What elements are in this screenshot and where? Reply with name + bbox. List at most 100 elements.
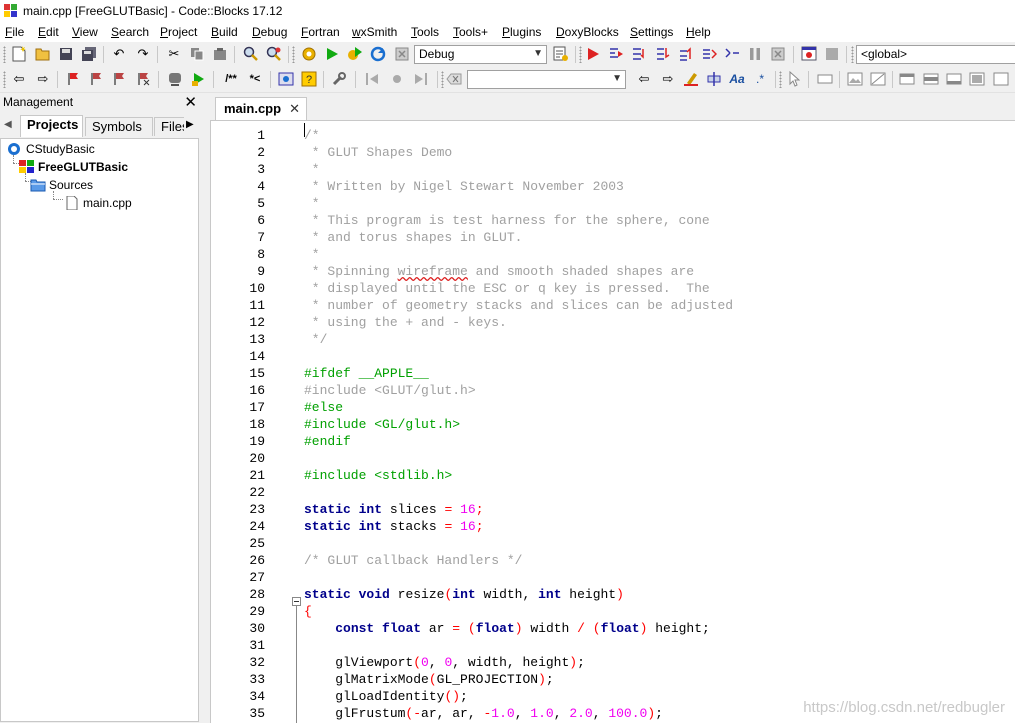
cut-icon[interactable]: ✂ (165, 45, 183, 63)
menu-settings[interactable]: Settings (630, 25, 673, 39)
pane-splitter[interactable] (202, 93, 210, 722)
pause-icon[interactable] (746, 45, 764, 63)
next-line-icon[interactable] (630, 45, 648, 63)
jump-back-icon[interactable] (364, 70, 382, 88)
new-file-icon[interactable] (10, 45, 28, 63)
menu-debug[interactable]: Debug (252, 25, 287, 39)
jump-forward-icon[interactable] (411, 70, 429, 88)
code-editor[interactable]: 1 2 3 4 5 6 7 8 9 10 11 12 13 14 15 16 17 18 19 20 21 22 23 24 2… (210, 120, 1015, 723)
menu-help[interactable]: Help (686, 25, 711, 39)
menu-doxyblocks[interactable]: DoxyBlocks (556, 25, 619, 39)
stop-debugger-icon[interactable] (769, 45, 787, 63)
menu-file[interactable]: File (5, 25, 24, 39)
find-icon[interactable] (242, 45, 260, 63)
paste-icon[interactable] (211, 45, 229, 63)
preferences-wrench-icon[interactable] (330, 70, 348, 88)
forward-arrow-icon[interactable]: ⇨ (34, 70, 52, 88)
menu-search[interactable]: Search (111, 25, 149, 39)
bookmark-next-icon[interactable] (111, 70, 129, 88)
menu-tools[interactable]: Tools (411, 25, 439, 39)
next-instruction-icon[interactable] (700, 45, 718, 63)
tab-symbols[interactable]: Symbols (85, 117, 153, 136)
undo-icon[interactable]: ↶ (110, 45, 128, 63)
toolbar-grip[interactable] (779, 71, 782, 88)
tree-item-main-cpp[interactable]: main.cpp (64, 195, 132, 211)
build-options-icon[interactable] (552, 45, 570, 63)
menu-plugins[interactable]: Plugins (502, 25, 541, 39)
build-and-run-icon[interactable] (346, 45, 364, 63)
wx-toolbar-icon[interactable] (945, 70, 963, 88)
build-target-select[interactable]: Debug ▼ (414, 45, 547, 64)
tab-files[interactable]: Files (154, 117, 184, 136)
highlight-icon[interactable] (682, 70, 700, 88)
debug-start-icon[interactable] (584, 45, 602, 63)
tree-item-workspace[interactable]: CStudyBasic (7, 141, 95, 157)
close-tab-icon[interactable]: ✕ (289, 101, 300, 117)
wx-dialog-icon[interactable] (922, 70, 940, 88)
tab-projects[interactable]: Projects (20, 115, 83, 137)
pointer-cursor-icon[interactable] (785, 70, 803, 88)
copy-icon[interactable] (188, 45, 206, 63)
save-icon[interactable] (57, 45, 75, 63)
wx-menubar-icon[interactable] (992, 70, 1010, 88)
regex-icon[interactable]: .* (751, 70, 769, 88)
step-into-instruction-icon[interactable] (723, 45, 741, 63)
menu-edit[interactable]: Edit (38, 25, 59, 39)
menu-wxsmith[interactable]: wxSmith (352, 25, 397, 39)
wx-statusbar-icon[interactable] (968, 70, 986, 88)
save-all-icon[interactable] (80, 45, 98, 63)
toolbar-grip[interactable] (3, 46, 6, 63)
menu-view[interactable]: View (72, 25, 98, 39)
wx-bitmap-icon[interactable] (869, 70, 887, 88)
rebuild-icon[interactable] (369, 45, 387, 63)
menu-fortran[interactable]: Fortran (301, 25, 340, 39)
run-icon[interactable] (323, 45, 341, 63)
replace-icon[interactable] (265, 45, 283, 63)
fold-collapse-icon[interactable] (292, 597, 301, 606)
open-file-icon[interactable] (34, 45, 52, 63)
chm-doc-icon[interactable]: ? (300, 70, 318, 88)
tab-scroll-left-icon[interactable]: ◀ (4, 119, 12, 130)
toolbar-grip[interactable] (851, 46, 854, 63)
jump-home-icon[interactable] (388, 70, 406, 88)
wx-frame-icon[interactable] (816, 70, 834, 88)
bookmark-previous-icon[interactable] (88, 70, 106, 88)
toolbar-grip[interactable] (579, 46, 582, 63)
tab-scroll-right-icon[interactable]: ▶ (186, 119, 194, 130)
step-out-icon[interactable] (677, 45, 695, 63)
doxywizard-icon[interactable] (166, 70, 184, 88)
clear-search-icon[interactable] (445, 70, 463, 88)
close-icon[interactable]: ✕ (184, 93, 197, 111)
comment-line-button[interactable]: *< (245, 70, 265, 88)
doxygen-run-icon[interactable] (190, 70, 208, 88)
run-to-cursor-icon[interactable] (607, 45, 625, 63)
bookmark-clear-icon[interactable] (135, 70, 153, 88)
debugging-windows-icon[interactable] (800, 45, 818, 63)
redo-icon[interactable]: ↷ (134, 45, 152, 63)
step-into-icon[interactable] (654, 45, 672, 63)
toolbar-grip[interactable] (292, 46, 295, 63)
info-icon[interactable] (823, 45, 841, 63)
wx-image-icon[interactable] (846, 70, 864, 88)
menu-tools-plus[interactable]: Tools+ (453, 25, 488, 39)
menu-build[interactable]: Build (211, 25, 238, 39)
incremental-search-input[interactable]: ▼ (467, 70, 626, 89)
bookmark-toggle-icon[interactable] (64, 70, 82, 88)
back-arrow-icon[interactable]: ⇦ (10, 70, 28, 88)
build-gear-icon[interactable] (300, 45, 318, 63)
search-previous-icon[interactable]: ⇦ (635, 70, 653, 88)
tree-item-sources[interactable]: Sources (30, 177, 93, 193)
menu-project[interactable]: Project (160, 25, 197, 39)
editor-tab-main-cpp[interactable]: main.cpp ✕ (215, 97, 307, 120)
toolbar-grip[interactable] (3, 71, 6, 88)
html-doc-icon[interactable] (277, 70, 295, 88)
comment-block-button[interactable]: /** (221, 70, 241, 88)
tree-item-project[interactable]: FreeGLUTBasic (19, 159, 128, 175)
wx-panel-icon[interactable] (898, 70, 916, 88)
selected-text-only-icon[interactable] (705, 70, 723, 88)
abort-icon[interactable] (393, 45, 411, 63)
scope-select[interactable]: <global> (856, 45, 1015, 64)
match-case-icon[interactable]: Aa (728, 70, 746, 88)
search-next-icon[interactable]: ⇨ (659, 70, 677, 88)
toolbar-grip[interactable] (441, 71, 444, 88)
